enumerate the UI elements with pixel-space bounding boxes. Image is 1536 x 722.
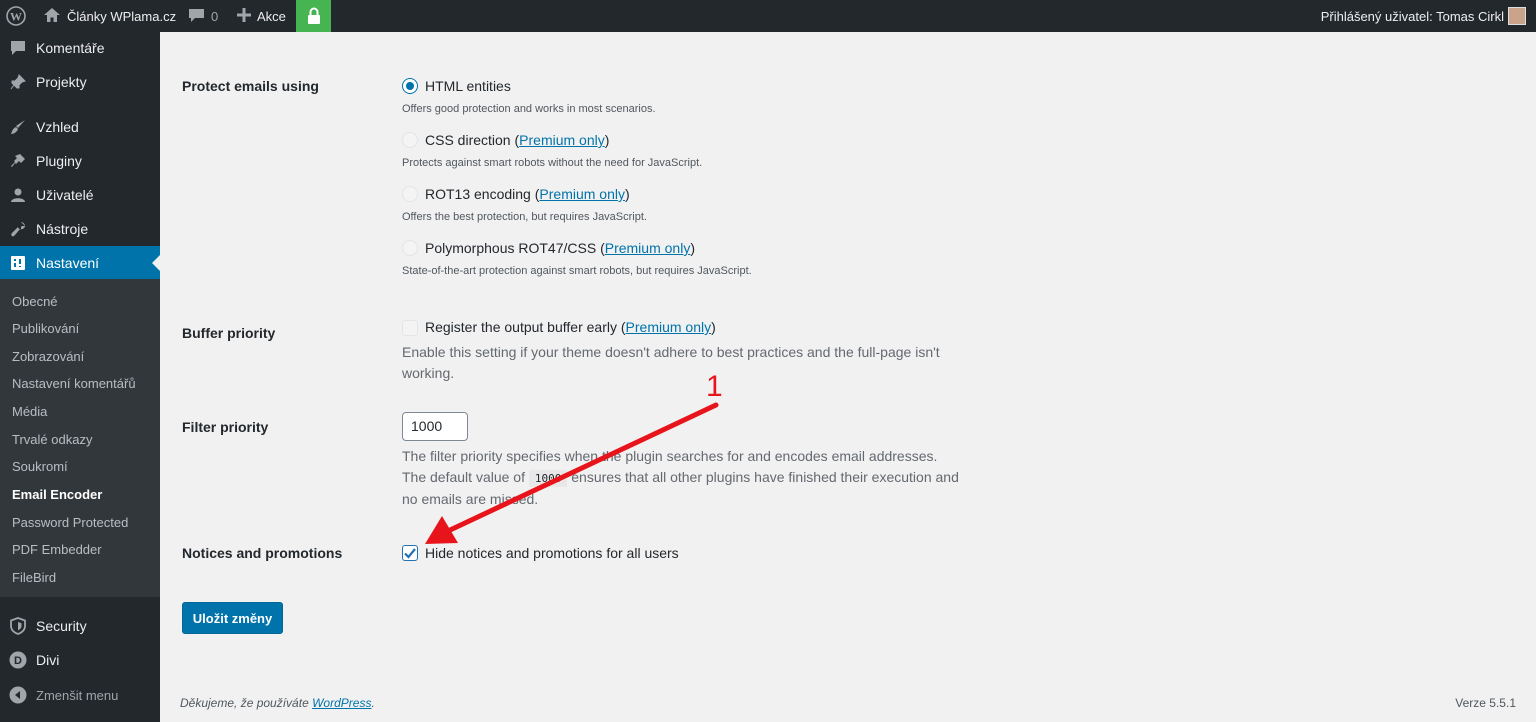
footer-version: Verze 5.5.1 [1455,696,1516,710]
wordpress-link[interactable]: WordPress [312,696,371,710]
footer-thanks-text: Děkujeme, že používáte [180,696,309,710]
annotation-number: 1 [706,370,723,403]
annotation-overlay: 1 [425,370,723,544]
annotation-arrow-line [445,402,719,534]
footer-thanks: Děkujeme, že používáte WordPress. [180,696,375,710]
